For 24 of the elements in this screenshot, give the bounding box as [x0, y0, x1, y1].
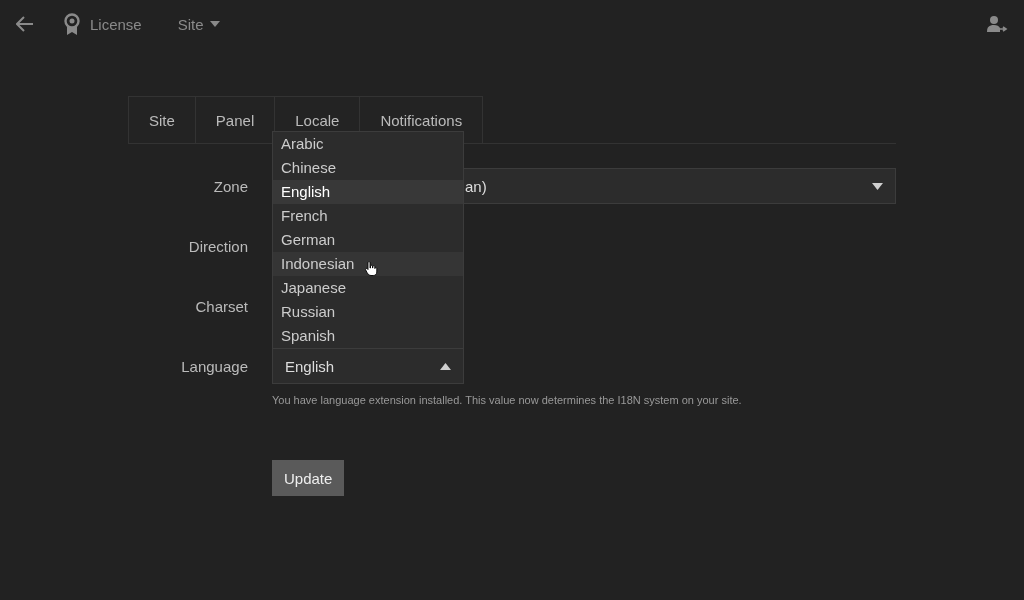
- language-option[interactable]: German: [273, 228, 463, 252]
- caret-icon: [440, 362, 451, 370]
- language-option[interactable]: Russian: [273, 300, 463, 324]
- language-option[interactable]: Indonesian: [273, 252, 463, 276]
- language-option[interactable]: Japanese: [273, 276, 463, 300]
- language-option[interactable]: French: [273, 204, 463, 228]
- language-select[interactable]: English: [272, 348, 464, 384]
- back-arrow-icon[interactable]: [16, 16, 34, 32]
- hand-cursor-icon: [365, 261, 378, 276]
- update-button[interactable]: Update: [272, 460, 345, 496]
- language-option[interactable]: English: [273, 180, 463, 204]
- field-label: Charset: [194, 297, 248, 315]
- page-title: License: [90, 15, 142, 33]
- tab[interactable]: Site: [128, 96, 196, 144]
- help-text: You have language extension installed. This value now determines the I18N system on your site.: [272, 394, 743, 406]
- field-label: Direction: [187, 237, 248, 255]
- field-label: Zone: [212, 177, 248, 195]
- language-option[interactable]: Spanish: [273, 324, 463, 348]
- user-logout-icon[interactable]: [986, 15, 1008, 33]
- caret-icon: [872, 182, 883, 190]
- site-menu[interactable]: Site: [177, 15, 220, 33]
- award-ribbon-icon: [64, 13, 80, 35]
- caret-icon: [209, 21, 220, 27]
- field-label: Language: [180, 357, 248, 375]
